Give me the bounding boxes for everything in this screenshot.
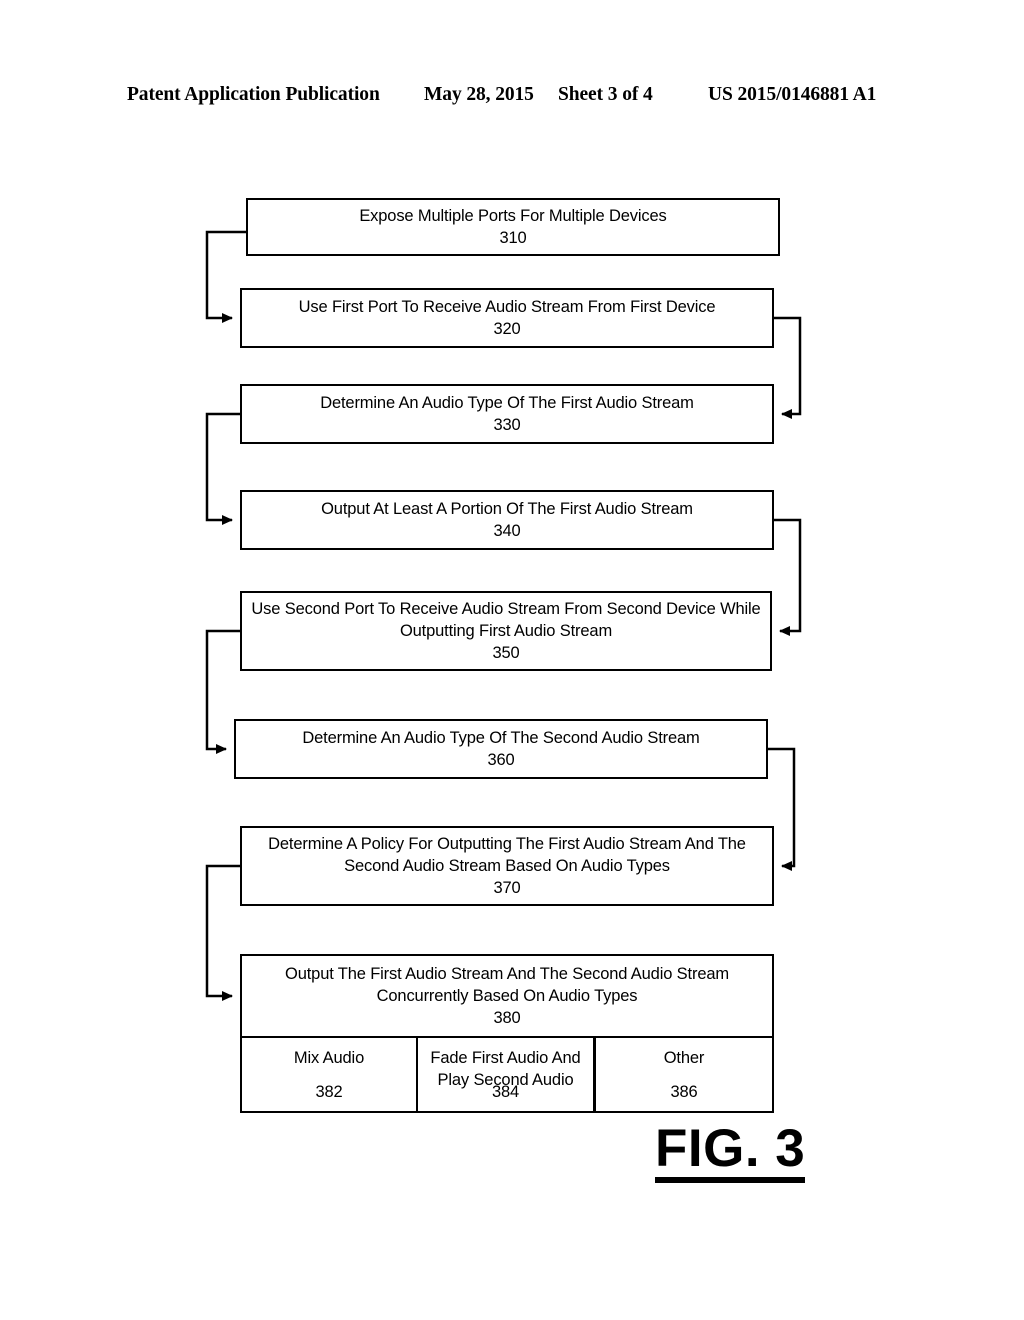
flow-substep-384[interactable]: Fade First Audio And Play Second Audio 3… (418, 1038, 596, 1111)
flow-step-350-label-line2: Outputting First Audio Stream (399, 621, 613, 640)
flow-step-330-label: Determine An Audio Type Of The First Aud… (320, 393, 694, 412)
flow-step-350-label-line1: Use Second Port To Receive Audio Stream … (251, 599, 761, 618)
flow-step-320[interactable]: Use First Port To Receive Audio Stream F… (240, 288, 774, 348)
flow-step-370[interactable]: Determine A Policy For Outputting The Fi… (240, 826, 774, 906)
flow-step-310[interactable]: Expose Multiple Ports For Multiple Devic… (246, 198, 780, 256)
flow-step-340[interactable]: Output At Least A Portion Of The First A… (240, 490, 774, 550)
flow-step-330[interactable]: Determine An Audio Type Of The First Aud… (240, 384, 774, 444)
flow-step-360-number: 360 (487, 751, 515, 769)
flow-substep-382[interactable]: Mix Audio 382 (242, 1038, 418, 1111)
flow-substep-384-number: 384 (491, 1082, 520, 1101)
flow-step-370-label-line1: Determine A Policy For Outputting The Fi… (268, 834, 746, 853)
flow-step-340-label: Output At Least A Portion Of The First A… (321, 499, 693, 518)
flow-step-320-label: Use First Port To Receive Audio Stream F… (298, 297, 716, 316)
figure-caption: FIG. 3 (655, 1122, 806, 1183)
flow-step-310-label: Expose Multiple Ports For Multiple Devic… (359, 206, 667, 225)
flow-step-360-label: Determine An Audio Type Of The Second Au… (302, 728, 700, 747)
flow-step-350[interactable]: Use Second Port To Receive Audio Stream … (240, 591, 772, 671)
flow-step-310-number: 310 (499, 229, 527, 247)
flow-substep-382-number: 382 (315, 1082, 343, 1101)
flowchart-diagram: Expose Multiple Ports For Multiple Devic… (0, 0, 1024, 1320)
flow-step-380-label-line2: Concurrently Based On Audio Types (376, 986, 638, 1005)
flow-step-320-number: 320 (493, 320, 521, 338)
flow-substep-row: Mix Audio 382 Fade First Audio And Play … (240, 1038, 774, 1113)
flow-step-370-number: 370 (493, 879, 521, 898)
flow-step-380[interactable]: Output The First Audio Stream And The Se… (240, 954, 774, 1038)
flow-step-340-number: 340 (493, 522, 521, 540)
flow-substep-386[interactable]: Other 386 (596, 1038, 772, 1111)
flow-step-380-number: 380 (493, 1009, 521, 1028)
flow-step-370-label-line2: Second Audio Stream Based On Audio Types (344, 856, 670, 875)
flow-substep-386-label-line1: Other (663, 1049, 705, 1067)
flow-substep-382-label-line1: Mix Audio (293, 1049, 365, 1067)
flow-step-330-number: 330 (493, 416, 521, 434)
flow-step-380-label-line1: Output The First Audio Stream And The Se… (285, 964, 729, 983)
flow-substep-386-number: 386 (670, 1082, 698, 1101)
flow-substep-384-label-line1: Fade First Audio And (430, 1049, 581, 1067)
flow-step-350-number: 350 (492, 644, 520, 663)
flow-step-360[interactable]: Determine An Audio Type Of The Second Au… (234, 719, 768, 779)
